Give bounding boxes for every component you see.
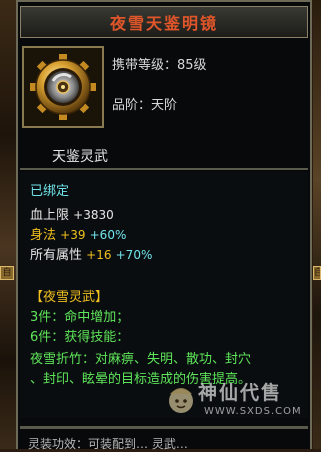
item-title: 夜雪天鉴明镜: [109, 14, 218, 33]
set-bonus-3-piece: 3件：命中增加；: [30, 310, 130, 325]
bound-status: 已绑定: [30, 184, 70, 199]
agility-stat: 身法 +39 +60%: [30, 224, 126, 243]
tooltip-title-bar: 夜雪天鉴明镜: [20, 6, 308, 38]
item-icon-frame: [22, 46, 104, 128]
watermark-title: 神仙代售: [198, 382, 283, 404]
all-attributes-value: +16: [86, 248, 112, 262]
side-tab-right[interactable]: 自: [313, 266, 321, 280]
all-attributes-percent: +70%: [115, 248, 153, 262]
site-watermark: 神仙代售 WWW.SXDS.COM: [164, 376, 314, 440]
header-divider: [20, 168, 308, 170]
side-tab-left[interactable]: 自: [0, 266, 14, 280]
set-name-header: 天鉴灵武: [52, 149, 108, 165]
item-grade: 品阶：天阶: [112, 98, 178, 113]
game-scene-left: [0, 0, 16, 449]
agility-value: +39: [60, 228, 86, 242]
level-requirement: 携带等级：85级: [112, 58, 207, 73]
hp-stat: 血上限 +3830: [30, 204, 114, 223]
agility-percent: +60%: [89, 228, 127, 242]
hp-value: +3830: [73, 208, 114, 222]
all-attributes-stat: 所有属性 +16 +70%: [30, 244, 152, 263]
watermark-url: WWW.SXDS.COM: [204, 406, 302, 417]
all-attributes-label: 所有属性: [30, 248, 83, 263]
skill-description-line-1: 夜雪折竹：对麻痹、失明、散功、封穴: [30, 352, 252, 367]
hp-label: 血上限: [30, 208, 70, 223]
set-bonus-name: 【夜雪灵武】: [30, 290, 109, 305]
game-scene-right: [313, 0, 321, 449]
mascot-logo-icon: [169, 388, 193, 413]
ornate-mirror-gear-icon: [30, 54, 96, 120]
set-bonus-6-piece: 6件：获得技能：: [30, 330, 130, 345]
agility-label: 身法: [30, 228, 57, 243]
